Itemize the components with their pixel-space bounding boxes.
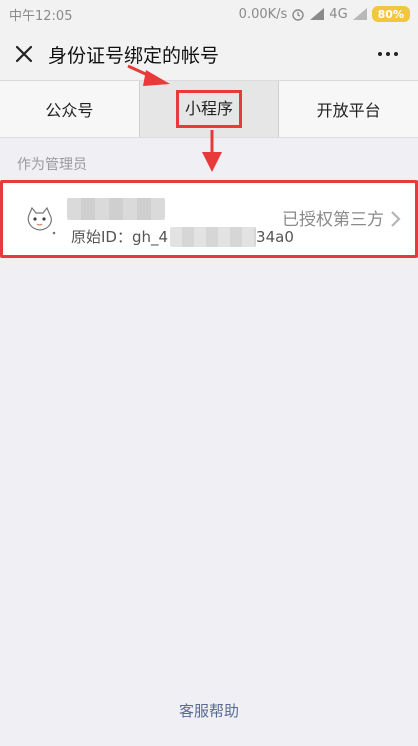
tab-label: 开放平台 (316, 101, 381, 120)
more-dot-icon (394, 52, 398, 56)
tab-official-accounts[interactable]: 公众号 (0, 81, 139, 137)
status-indicators: 0.00K/s 4G 80% (239, 6, 410, 22)
account-id-suffix: 34a0 (256, 227, 294, 246)
authorization-status: 已授权第三方 (282, 210, 384, 230)
more-dot-icon (386, 52, 390, 56)
section-header: 作为管理员 (17, 157, 87, 173)
tab-label: 公众号 (45, 101, 94, 120)
close-icon (15, 45, 33, 63)
tab-mini-programs[interactable]: 小程序 (138, 81, 280, 137)
chevron-right-icon (391, 211, 401, 227)
customer-service-help-link[interactable]: 客服帮助 (0, 700, 418, 721)
tab-open-platform[interactable]: 开放平台 (279, 81, 418, 137)
alarm-icon (292, 9, 304, 21)
signal-icon (310, 8, 325, 20)
tab-label-highlighted: 小程序 (176, 90, 243, 128)
network-speed: 0.00K/s (238, 6, 288, 22)
status-time: 中午12:05 (9, 8, 73, 24)
network-type: 4G (329, 6, 348, 22)
title-bar: 身份证号绑定的帐号 (0, 28, 418, 80)
account-id-redacted (170, 226, 257, 247)
account-id-prefix: 原始ID：gh_4 (71, 228, 169, 246)
signal-bars-icon (352, 8, 367, 20)
battery-indicator: 80% (371, 6, 410, 22)
account-original-id: 原始ID：gh_4 34a0 (71, 226, 294, 247)
more-dot-icon (378, 52, 382, 56)
account-list-item[interactable]: 原始ID：gh_4 34a0 已授权第三方 (0, 180, 418, 258)
more-options-button[interactable] (374, 40, 402, 68)
avatar (23, 203, 57, 237)
status-bar: 中午12:05 0.00K/s 4G 80% (0, 0, 418, 28)
account-type-tabs: 公众号 小程序 开放平台 (0, 80, 418, 138)
close-button[interactable] (2, 28, 46, 80)
account-name-redacted (67, 198, 165, 220)
page-title: 身份证号绑定的帐号 (48, 44, 220, 67)
